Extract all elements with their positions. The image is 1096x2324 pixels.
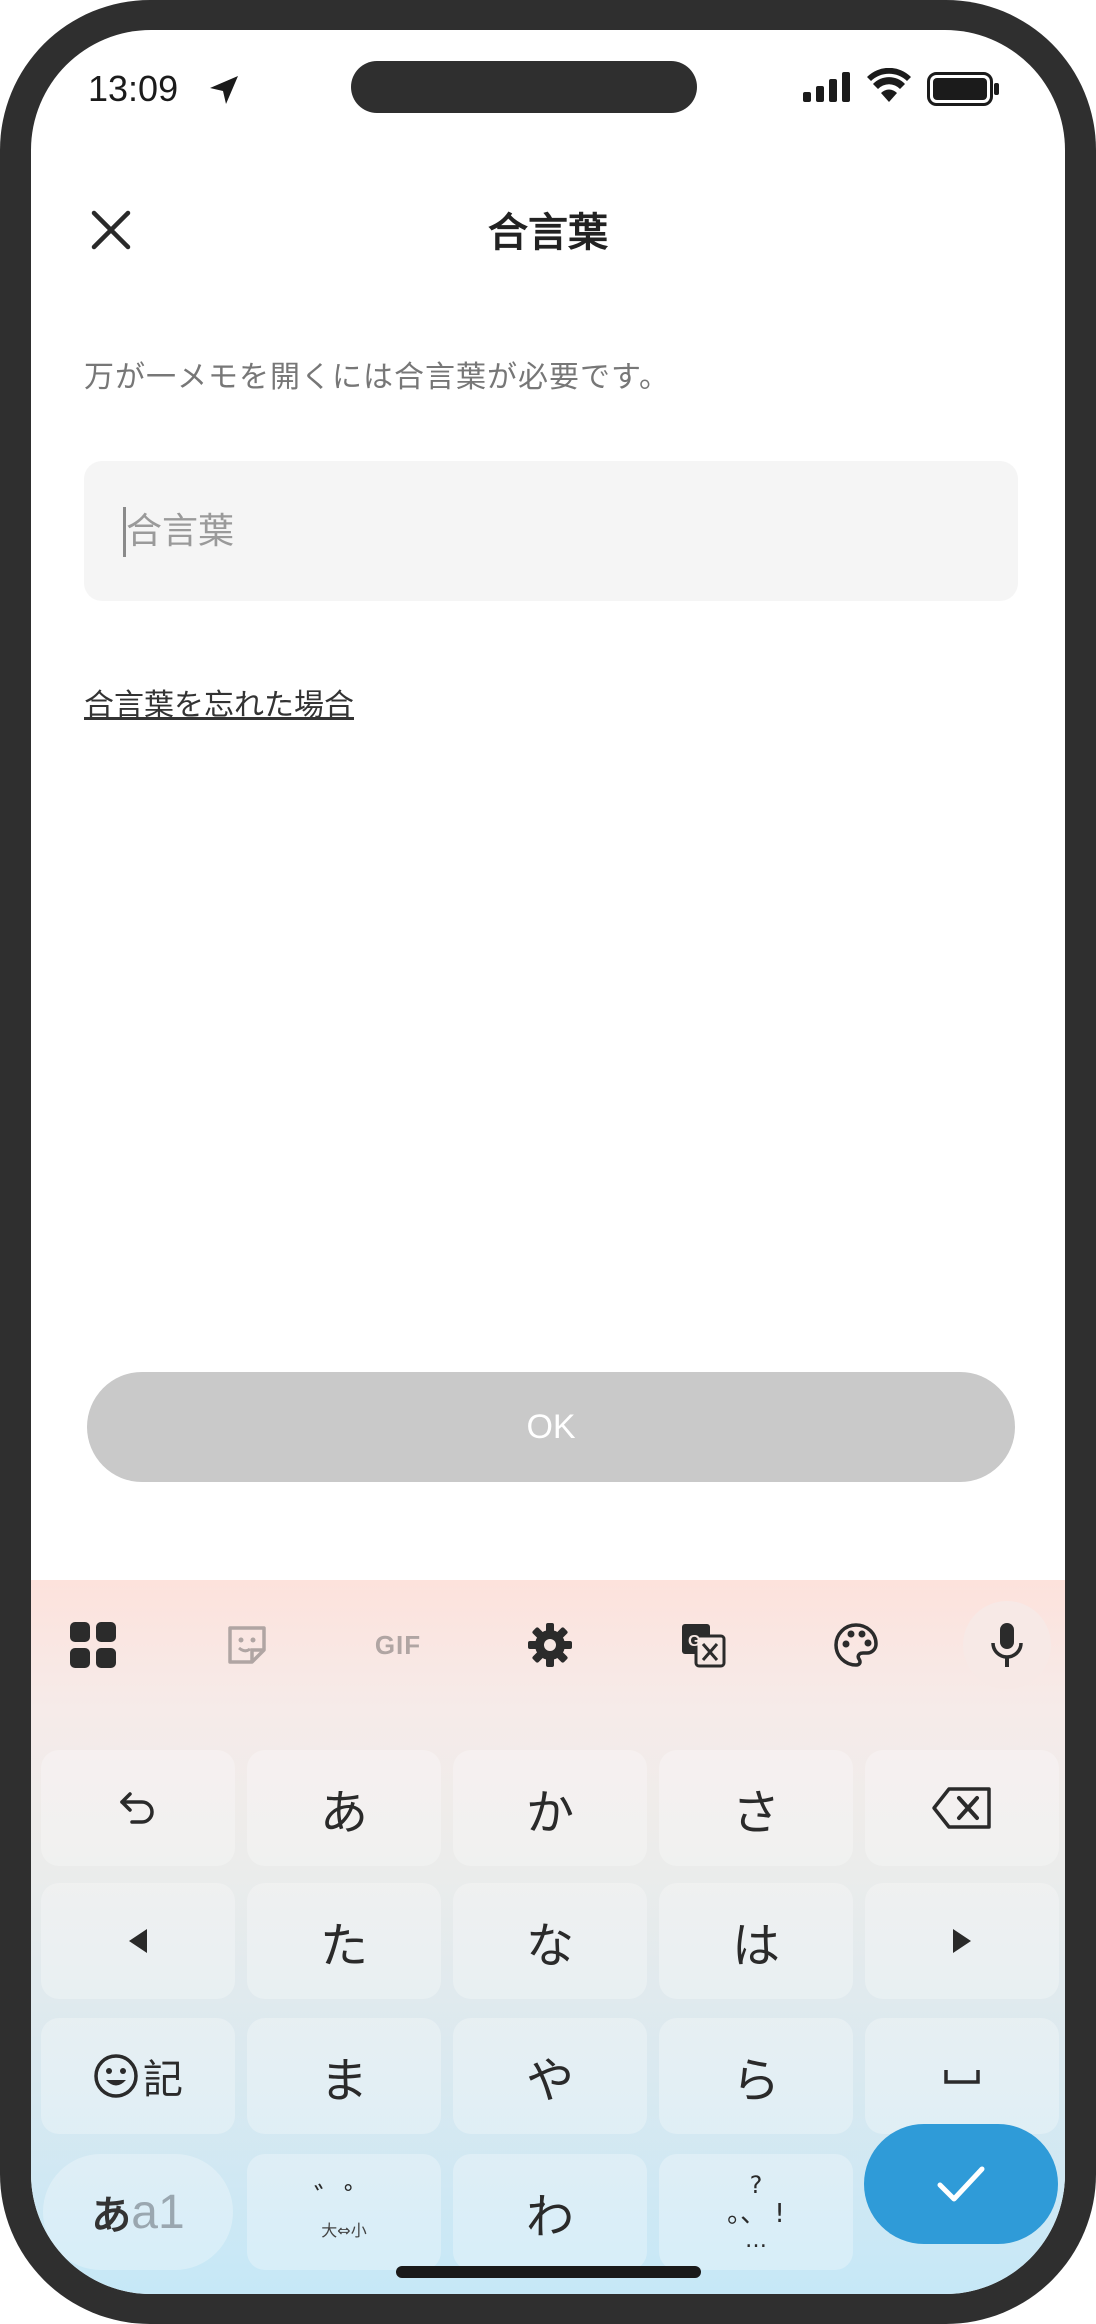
caret-left-icon bbox=[129, 1929, 147, 1953]
confirm-key[interactable] bbox=[864, 2124, 1058, 2244]
punct-bottom-label: … bbox=[745, 2228, 767, 2253]
translate-button[interactable]: G bbox=[663, 1605, 743, 1685]
key-a[interactable]: あ bbox=[247, 1750, 441, 1866]
passphrase-description: 万が一メモを開くには合言葉が必要です。 bbox=[84, 360, 670, 395]
microphone-icon bbox=[991, 1623, 1023, 1667]
key-na[interactable]: な bbox=[453, 1883, 647, 1999]
theme-button[interactable] bbox=[816, 1605, 896, 1685]
cellular-signal-icon bbox=[803, 72, 850, 102]
apps-grid-icon bbox=[70, 1622, 116, 1668]
translate-icon: G bbox=[682, 1624, 726, 1668]
emoji-key-label: 記 bbox=[143, 2057, 183, 2103]
home-indicator bbox=[396, 2266, 701, 2278]
key-ma[interactable]: ま bbox=[247, 2018, 441, 2134]
passphrase-input[interactable] bbox=[126, 461, 986, 601]
key-wa[interactable]: わ bbox=[453, 2154, 647, 2270]
emoji-symbol-key[interactable]: 記 bbox=[41, 2018, 235, 2134]
input-mode-key[interactable]: あ a1 bbox=[43, 2154, 233, 2270]
page-title: 合言葉 bbox=[488, 210, 608, 256]
cursor-left-key[interactable] bbox=[41, 1883, 235, 1999]
sticker-button[interactable] bbox=[207, 1605, 287, 1685]
dakuten-bottom-label: 大⇔小 bbox=[321, 2221, 367, 2240]
passphrase-input-container[interactable] bbox=[84, 461, 1018, 601]
key-ha[interactable]: は bbox=[659, 1883, 853, 1999]
gif-label: GIF bbox=[374, 1629, 422, 1660]
dakuten-key[interactable]: ゛゜ 大⇔小 bbox=[247, 2154, 441, 2270]
key-ya[interactable]: や bbox=[453, 2018, 647, 2134]
battery-icon bbox=[927, 72, 999, 106]
dynamic-island bbox=[351, 61, 697, 113]
gif-button[interactable]: GIF bbox=[358, 1605, 438, 1685]
undo-key[interactable] bbox=[41, 1750, 235, 1866]
apps-grid-button[interactable] bbox=[53, 1605, 133, 1685]
forgot-passphrase-link[interactable]: 合言葉を忘れた場合 bbox=[84, 680, 354, 724]
ok-button[interactable]: OK bbox=[87, 1372, 1015, 1482]
key-sa[interactable]: さ bbox=[659, 1750, 853, 1866]
wifi-icon bbox=[867, 68, 911, 102]
palette-icon bbox=[834, 1623, 878, 1667]
sticker-icon bbox=[228, 1626, 266, 1664]
punct-top-label: ? bbox=[749, 2171, 763, 2199]
location-arrow-icon bbox=[210, 76, 238, 104]
smiley-icon bbox=[94, 2054, 138, 2098]
checkmark-icon bbox=[937, 2166, 985, 2202]
backspace-key[interactable] bbox=[865, 1750, 1059, 1866]
punct-middle-label: 。、 ! bbox=[727, 2199, 785, 2229]
voice-input-button[interactable] bbox=[963, 1601, 1051, 1689]
app-screen: 13:09 合言葉 万が一メモを開くには合言葉が必要です。 合言葉を忘れた場合 … bbox=[31, 30, 1065, 2294]
key-ka[interactable]: か bbox=[453, 1750, 647, 1866]
space-key[interactable] bbox=[865, 2018, 1059, 2134]
backspace-icon bbox=[932, 1787, 991, 1829]
key-ra[interactable]: ら bbox=[659, 2018, 853, 2134]
japanese-keyboard: GIF G あ か さ た な は 記 ま や ら あ a1 ゛゜ 大⇔小 わ … bbox=[31, 1580, 1065, 2294]
punctuation-key[interactable]: ? 。、 ! … bbox=[659, 2154, 853, 2270]
key-ta[interactable]: た bbox=[247, 1883, 441, 1999]
status-time: 13:09 bbox=[88, 68, 179, 109]
mode-kana-label: あ bbox=[91, 2193, 132, 2239]
gear-icon bbox=[528, 1623, 572, 1667]
space-icon bbox=[944, 2070, 980, 2084]
undo-icon bbox=[120, 1792, 154, 1824]
keyboard-toolbar: GIF G bbox=[31, 1580, 1065, 1710]
cursor-right-key[interactable] bbox=[865, 1883, 1059, 1999]
caret-right-icon bbox=[953, 1929, 971, 1953]
svg-text:G: G bbox=[688, 1633, 700, 1650]
settings-button[interactable] bbox=[510, 1605, 590, 1685]
dakuten-top-label: ゛゜ bbox=[314, 2182, 374, 2217]
mode-alpha-label: a1 bbox=[131, 2185, 185, 2239]
